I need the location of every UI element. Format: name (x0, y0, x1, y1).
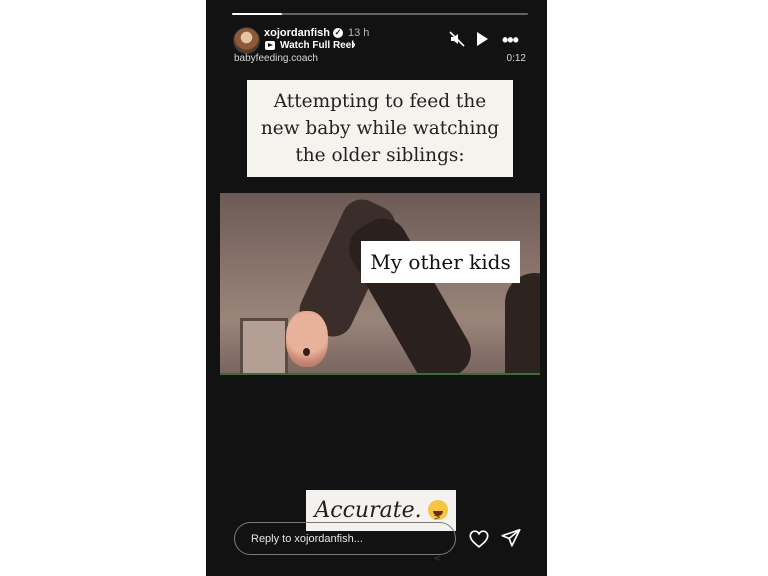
watch-full-reel-link[interactable]: Watch Full Reel (280, 40, 354, 51)
more-dots-icon[interactable]: ••• (502, 30, 519, 51)
chevron-right-icon: › (352, 39, 356, 51)
heart-icon[interactable] (468, 528, 490, 550)
story-viewer[interactable]: xojordanfish ✓ 13 h Watch Full Reel › ••… (206, 0, 547, 576)
video-overlay-label: My other kids (361, 241, 520, 283)
reel-icon (265, 41, 275, 50)
verified-badge-icon: ✓ (333, 28, 343, 38)
send-icon[interactable] (500, 527, 522, 549)
person-silhouette (505, 273, 540, 373)
story-progress-bar (232, 13, 528, 15)
grinning-squinting-face-emoji (427, 498, 448, 576)
caption-text: Attempting to feed the new baby while wa… (247, 80, 513, 177)
duration-label: 0:12 (506, 53, 526, 64)
sticker-text: Accurate. (314, 498, 422, 523)
post-time: 13 h (348, 27, 370, 39)
audio-source-label[interactable]: babyfeeding.coach (234, 53, 318, 64)
username-link[interactable]: xojordanfish (264, 27, 330, 39)
video-frame[interactable]: My other kids (220, 193, 540, 375)
play-icon[interactable] (477, 32, 488, 46)
muted-speaker-icon[interactable] (449, 31, 465, 47)
surprised-face (286, 311, 328, 367)
open-mouth (303, 348, 310, 356)
reply-input[interactable]: Reply to xojordanfish... (234, 522, 456, 555)
wall-picture-frame (240, 318, 288, 373)
avatar[interactable] (233, 27, 260, 54)
story-progress-fill (232, 13, 283, 15)
